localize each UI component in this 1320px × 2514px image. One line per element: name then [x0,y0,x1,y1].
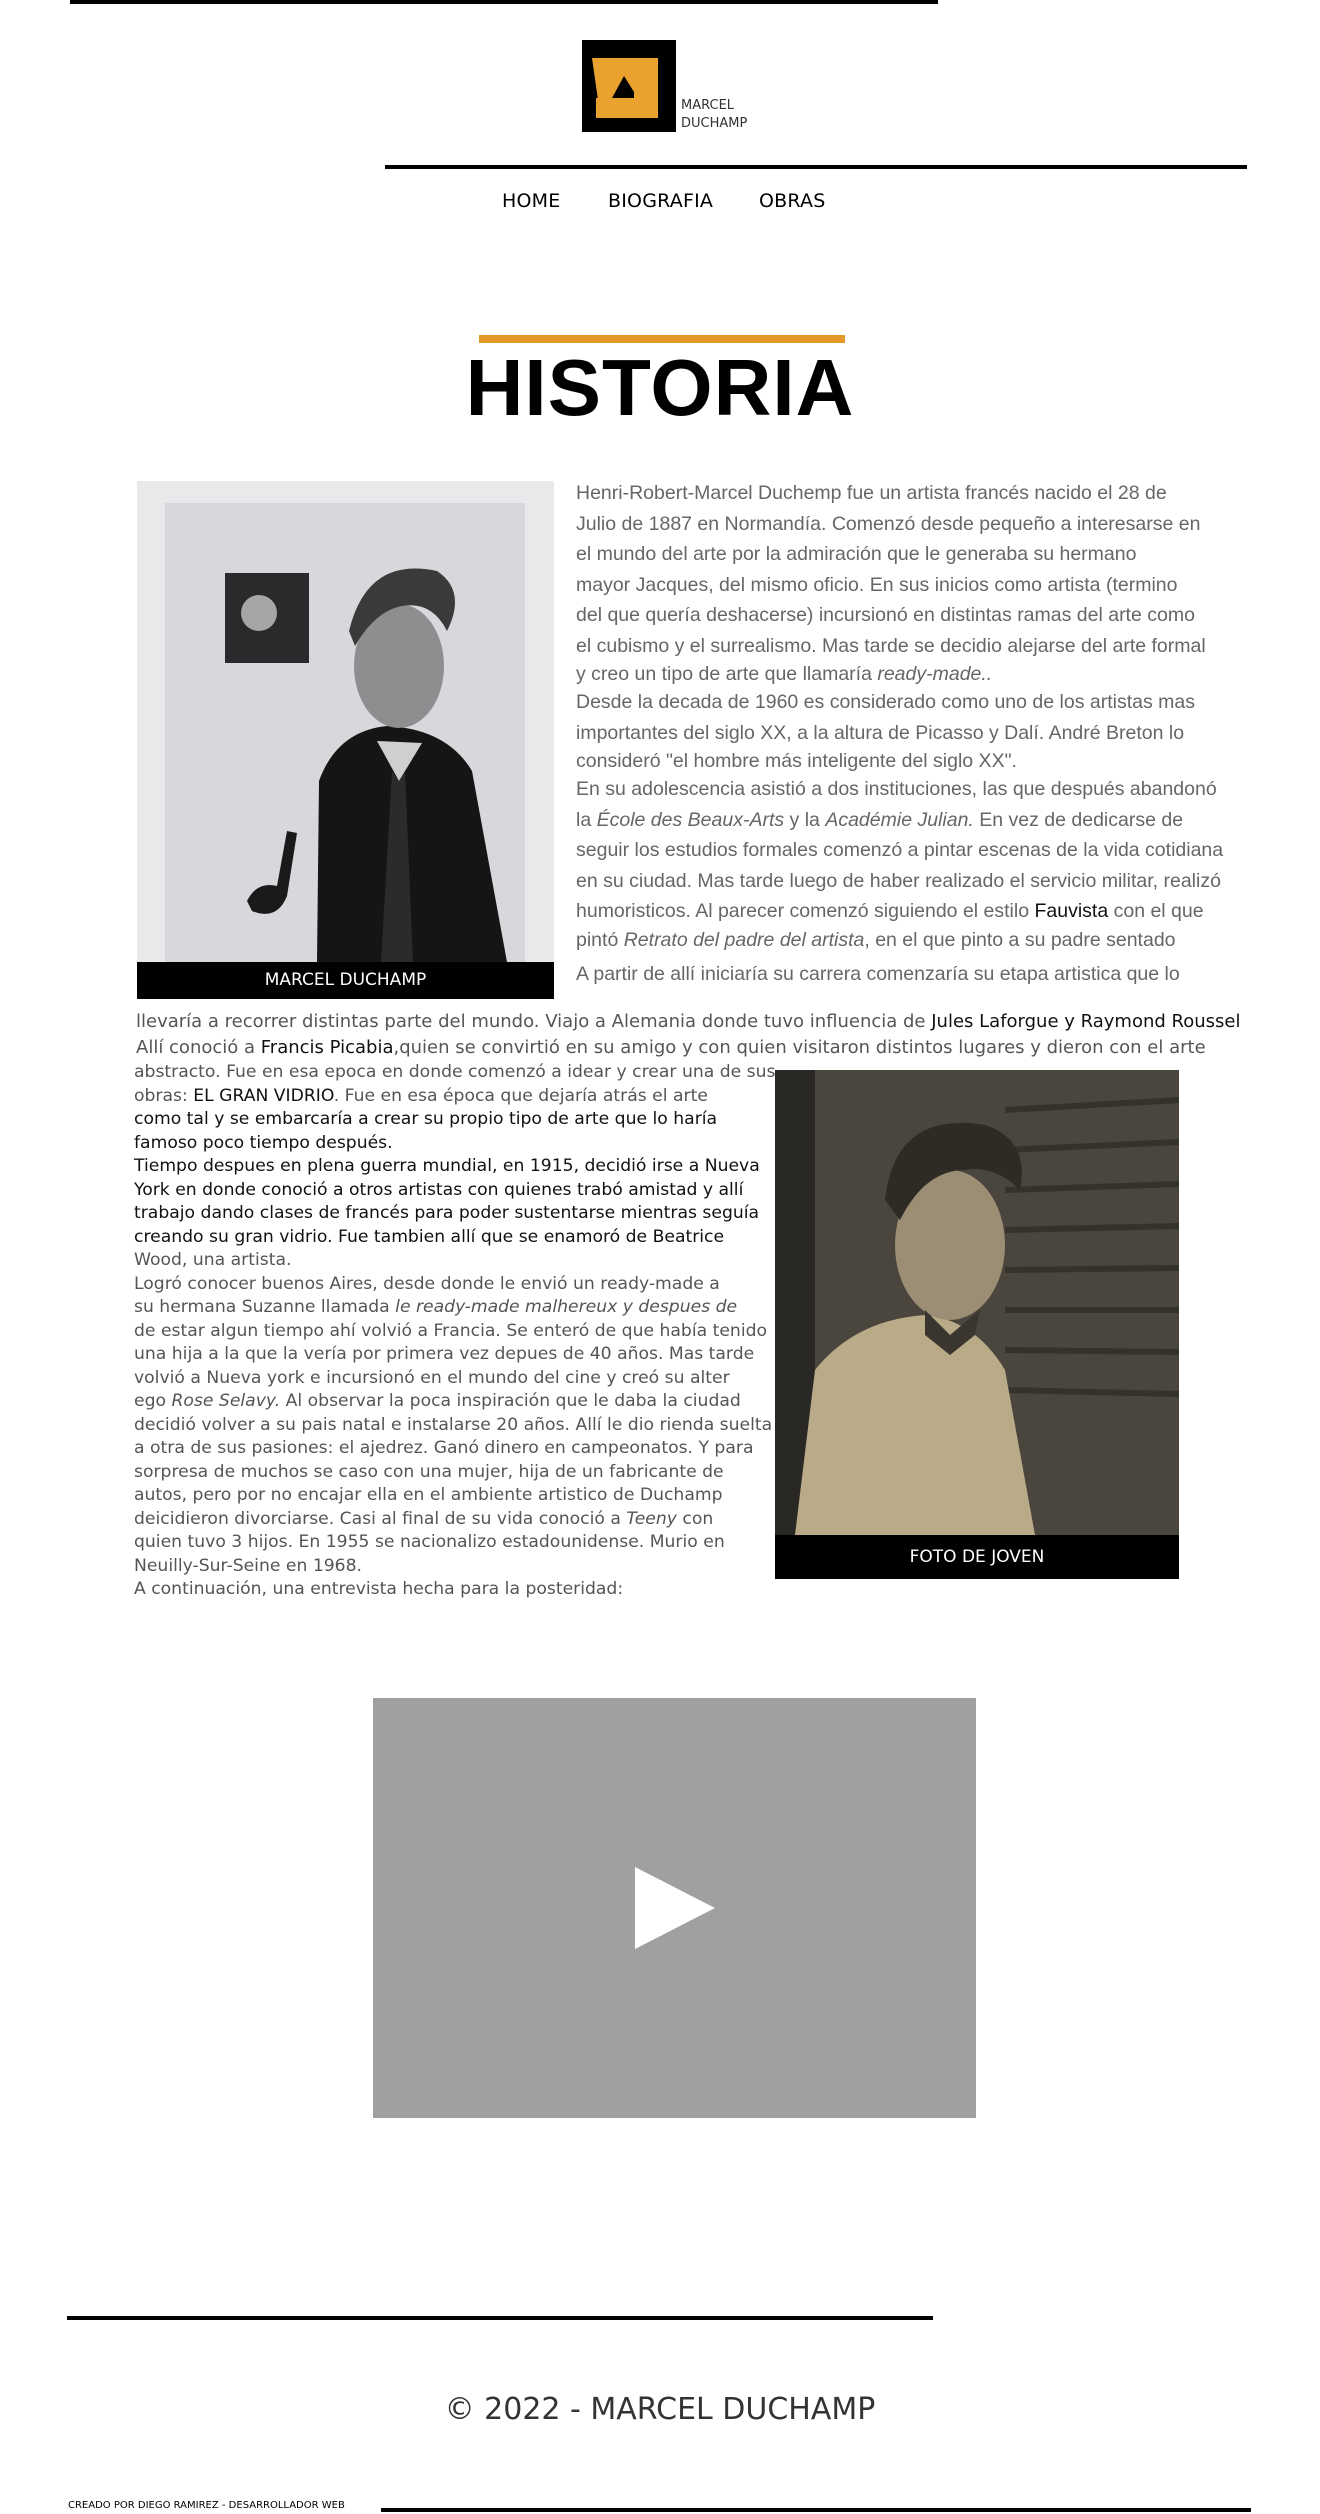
copyright-icon: © [444,2392,475,2427]
bio-line: A continuación, una entrevista hecha par… [134,1579,624,1599]
logo-text-line2: DUCHAMP [681,116,748,131]
bio-line: decidió volver a su pais natal e instala… [134,1414,773,1435]
bio-text: ,quien se convirtió en su amigo y con qu… [393,1037,1206,1058]
painting-title: Retrato del padre del artista [623,928,865,951]
bio-wide-line-2: Allí conoció a Francis Picabia,quien se … [136,1037,1206,1058]
bio-line: creando su gran vidrio. Fue tambien allí… [134,1226,725,1247]
bio-text: su hermana Suzanne llamada [134,1297,390,1317]
bio-text: deicidieron divorciarse. Casi al final d… [134,1508,621,1529]
bio-line: y creo un tipo de arte que llamaría read… [576,661,1191,687]
bio-line: del que quería deshacerse) incursionó en… [576,604,1195,626]
bio-line: en su ciudad. Mas tarde luego de haber r… [576,869,1221,892]
bio-line: importantes del siglo XX, a la altura de… [576,721,1185,744]
bio-wide-line-1: llevaría a recorrer distintas parte del … [136,1011,1240,1032]
copyright: © 2022 - MARCEL DUCHAMP [0,2392,1320,2427]
bio-line: York en donde conoció a otros artistas c… [134,1179,744,1200]
influences: Jules Laforgue y Raymond Roussel [931,1011,1241,1032]
bio-text: y creo un tipo de arte que llamaría [576,663,872,685]
bio-line: a otra de sus pasiones: el ajedrez. Ganó… [134,1438,754,1458]
nav-item-biografia[interactable]: BIOGRAFIA [608,190,713,212]
bio-line: obras: EL GRAN VIDRIO. Fue en esa época … [134,1085,774,1109]
ready-made-title: le ready-made malhereux y despues de [395,1297,738,1317]
bio-line: su hermana Suzanne llamada le ready-made… [134,1296,774,1320]
bio-line: una hija a la que la vería por primera v… [134,1344,755,1364]
bio-line: Julio de 1887 en Normandía. Comenzó desd… [576,512,1201,535]
bio-line: autos, pero por no encajar ella en el am… [134,1485,723,1505]
footer-bottom-rule [381,2508,1251,2512]
bio-text: Allí conoció a [136,1037,256,1058]
fauvista-term: Fauvista [1034,900,1109,922]
copyright-text: 2022 - MARCEL DUCHAMP [474,2392,876,2427]
bio-line: Henri-Robert-Marcel Duchemp fue un artis… [576,482,1167,504]
logo-mark-icon [592,58,658,118]
header-top-rule [70,0,938,4]
logo-text-line1: MARCEL [681,98,735,113]
logo-text: MARCEL DUCHAMP [681,97,747,133]
bio-text: , en el que pinto a su padre sentado [864,928,1176,951]
bio-line: trabajo dando clases de francés para pod… [134,1203,760,1223]
bio-text: Al observar la poca inspiración que le d… [280,1391,741,1411]
nav-item-home[interactable]: HOME [502,190,560,212]
bio-text: ego [134,1391,166,1411]
video-player[interactable] [373,1698,976,2118]
bio-intro: Henri-Robert-Marcel Duchemp fue un artis… [576,478,1224,989]
bio-line: como tal y se embarcaría a crear su prop… [134,1109,718,1129]
portrait-caption: MARCEL DUCHAMP [137,962,554,999]
bio-line: quien tuvo 3 hijos. En 1955 se nacionali… [134,1532,725,1552]
bio-text: y la [789,808,820,831]
bio-text: pintó [576,928,619,951]
bio-line: Wood, una artista. [134,1250,292,1270]
bio-line: Tiempo despues en plena guerra mundial, … [134,1156,760,1176]
bio-line: la École des Beaux-Arts y la Académie Ju… [576,805,1191,836]
bio-line: Neuilly-Sur-Seine en 1968. [134,1555,363,1576]
bio-text: humoristicos. Al parecer comenzó siguien… [576,900,1030,922]
bio-text: con el que [1113,900,1204,922]
creator-credit: CREADO POR DIEGO RAMIREZ - DESARROLLADOR… [68,2500,345,2511]
play-icon[interactable] [635,1867,715,1949]
logo[interactable] [582,40,676,132]
alter-ego-name: Rose Selavy. [171,1391,281,1411]
picabia-name: Francis Picabia [260,1037,394,1058]
bio-text: la [576,808,592,831]
school-name-julian: Académie Julian. [825,808,974,831]
footer-rule [67,2316,933,2320]
bio-line: A partir de allí iniciaría su carrera co… [576,962,1180,985]
bio-line: Logró conocer buenos Aires, desde donde … [134,1273,720,1294]
bio-line: consideró "el hombre más inteligente del… [576,750,1017,772]
ready-made-term: ready-made.. [877,663,993,685]
bio-line: volvió a Nueva york e incursionó en el m… [134,1367,730,1388]
bio-line: el mundo del arte por la admiración que … [576,543,1137,565]
bio-text: con [676,1508,714,1529]
bio-line: En su adolescencia asistió a dos institu… [576,778,1217,800]
bio-line: famoso poco tiempo después. [134,1132,393,1153]
bio-line: ego Rose Selavy. Al observar la poca ins… [134,1390,774,1414]
nav-top-rule [385,165,1247,169]
portrait-photo [137,481,554,962]
teeny-name: Teeny [626,1508,677,1529]
bio-line: abstracto. Fue en esa epoca en donde com… [134,1062,776,1082]
bio-line: seguir los estudios formales comenzó a p… [576,839,1224,861]
bio-line: humoristicos. Al parecer comenzó siguien… [576,896,1204,927]
bio-line: de estar algun tiempo ahí volvió a Franc… [134,1320,768,1341]
bio-line: mayor Jacques, del mismo oficio. En sus … [576,573,1178,596]
young-photo-caption: FOTO DE JOVEN [775,1535,1179,1579]
bio-continued: abstracto. Fue en esa epoca en donde com… [134,1061,776,1602]
bio-line: deicidieron divorciarse. Casi al final d… [134,1508,774,1532]
nav-item-obras[interactable]: OBRAS [759,190,825,212]
gran-vidrio-title: EL GRAN VIDRIO [193,1085,334,1106]
bio-line: sorpresa de muchos se caso con una mujer… [134,1461,724,1482]
page-title: HISTORIA [465,343,855,432]
young-photo [775,1070,1179,1535]
bio-text: obras: [134,1085,188,1106]
bio-text: . Fue en esa época que dejaría atrás el … [333,1085,708,1106]
bio-line: el cubismo y el surrealismo. Mas tarde s… [576,634,1206,657]
school-name-beaux-arts: École des Beaux-Arts [596,808,785,831]
bio-line: Desde la decada de 1960 es considerado c… [576,691,1195,713]
bio-line: pintó Retrato del padre del artista, en … [576,927,1191,953]
bio-text: En vez de dedicarse de [973,808,1184,831]
bio-text: llevaría a recorrer distintas parte del … [136,1011,926,1032]
